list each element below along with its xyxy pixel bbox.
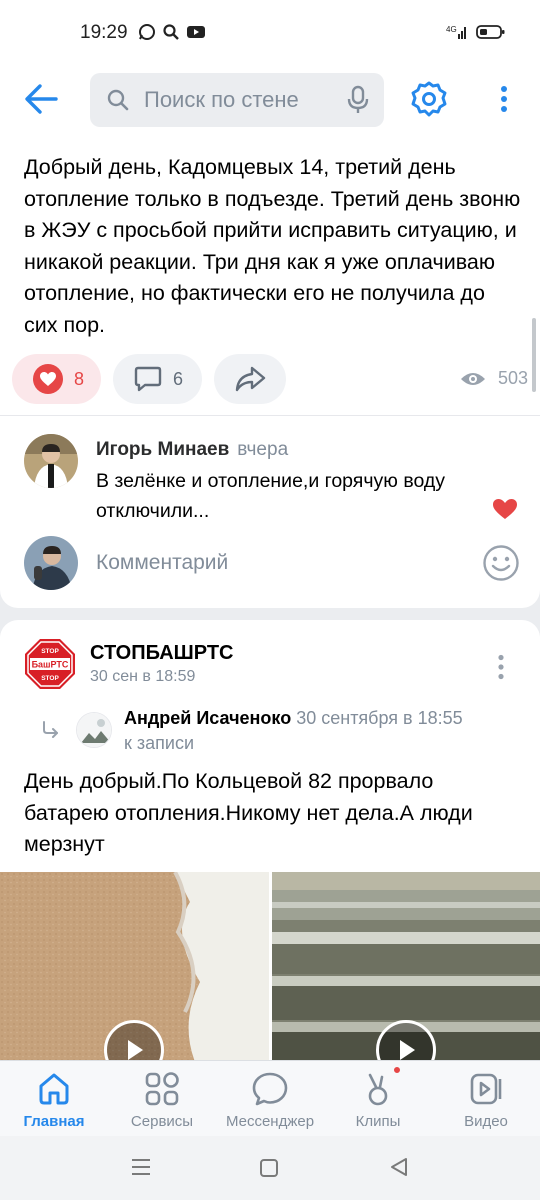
heart-filled-icon xyxy=(33,364,63,394)
tab-label: Сервисы xyxy=(130,1113,194,1130)
search-placeholder: Поиск по стене xyxy=(144,87,299,112)
user-avatar xyxy=(24,536,78,590)
like-button[interactable]: 8 xyxy=(12,354,101,404)
comment-text: В зелёнке и отопление,и горячую воду отк… xyxy=(96,470,446,522)
share-arrow-icon xyxy=(235,366,266,392)
repost-info: Андрей Исаченоко 30 сентября в 18:55 к з… xyxy=(124,706,474,756)
logo-text-mid: БашРТС xyxy=(32,660,69,670)
video-icon xyxy=(470,1073,502,1105)
post-card-2: STOP БашРТС STOP СТОПБАШРТС 30 сен в 18:… xyxy=(0,620,540,1060)
youtube-icon xyxy=(187,26,205,38)
comment-header: Игорь Минаев вчера xyxy=(96,439,288,461)
tab-clips[interactable]: Клипы xyxy=(324,1061,432,1137)
tab-label: Главная xyxy=(23,1113,85,1130)
comment-input[interactable]: Комментарий xyxy=(96,551,228,575)
post-card: Добрый день, Кадомцевых 14, третий день … xyxy=(0,142,540,608)
search-input[interactable]: Поиск по стене xyxy=(90,73,384,127)
home-icon xyxy=(39,1073,69,1105)
divider xyxy=(0,415,540,416)
post-text-2: День добрый.По Кольцевой 82 прорвало бат… xyxy=(24,769,473,856)
eye-icon xyxy=(460,372,485,385)
messenger-icon xyxy=(252,1072,288,1106)
comment-like-heart-icon[interactable] xyxy=(492,498,518,520)
post-photo-1[interactable] xyxy=(0,872,269,1060)
status-time: 19:29 xyxy=(80,22,128,43)
group-logo[interactable]: STOP БашРТС STOP xyxy=(24,638,76,690)
logo-text-top: STOP xyxy=(41,648,59,655)
clips-badge xyxy=(392,1065,402,1075)
microphone-icon[interactable] xyxy=(346,85,370,115)
play-icon xyxy=(128,1040,143,1060)
comment-button[interactable]: 6 xyxy=(113,354,202,404)
services-icon xyxy=(145,1072,179,1106)
signal-icon: 4G xyxy=(446,25,466,39)
battery-icon xyxy=(476,25,505,39)
back-triangle-icon[interactable] xyxy=(388,1156,410,1178)
share-button[interactable] xyxy=(214,354,286,404)
tab-label: Мессенджер xyxy=(225,1113,315,1130)
repost-author-name[interactable]: Андрей Исаченоко xyxy=(124,708,291,728)
svg-text:4G: 4G xyxy=(446,25,457,34)
repost-author-avatar[interactable] xyxy=(76,712,112,748)
tab-label: Видео xyxy=(464,1113,508,1130)
tab-services[interactable]: Сервисы xyxy=(108,1061,216,1137)
tab-video[interactable]: Видео xyxy=(432,1061,540,1137)
like-count: 8 xyxy=(74,368,85,389)
settings-gear-icon[interactable] xyxy=(410,80,448,118)
status-bar: 19:29 4G xyxy=(0,0,540,68)
views-counter: 503 xyxy=(460,368,528,389)
comment-time: вчера xyxy=(237,439,289,460)
post-more-icon[interactable] xyxy=(496,654,506,680)
logo-text-bottom: STOP xyxy=(41,675,59,682)
header: Поиск по стене xyxy=(0,68,540,142)
home-square-icon[interactable] xyxy=(259,1158,279,1178)
clips-icon xyxy=(368,1073,388,1106)
recents-menu-icon[interactable] xyxy=(130,1157,152,1177)
play-icon xyxy=(400,1040,415,1060)
play-button[interactable] xyxy=(104,1020,164,1060)
tab-home[interactable]: Главная xyxy=(0,1061,108,1137)
views-count: 503 xyxy=(497,368,528,388)
post-text: Добрый день, Кадомцевых 14, третий день … xyxy=(24,155,521,337)
system-navigation-bar xyxy=(0,1136,540,1200)
whatsapp-icon xyxy=(139,24,155,40)
comment-author-name[interactable]: Игорь Минаев xyxy=(96,439,229,460)
post-photo-2[interactable] xyxy=(272,872,540,1060)
more-vertical-icon[interactable] xyxy=(496,84,512,116)
tab-messenger[interactable]: Мессенджер xyxy=(216,1061,324,1137)
notification-icons xyxy=(138,23,206,41)
comment-icon xyxy=(134,366,162,392)
group-name[interactable]: СТОПБАШРТС xyxy=(90,642,234,665)
repost-arrow-icon xyxy=(43,721,58,738)
tab-label: Клипы xyxy=(355,1113,401,1130)
emoji-smile-icon[interactable] xyxy=(482,544,520,582)
play-button-2[interactable] xyxy=(376,1020,436,1060)
search-icon xyxy=(107,89,129,111)
bottom-tab-bar: Главная Сервисы Мессенджер Клипы Видео xyxy=(0,1060,540,1136)
comment-count: 6 xyxy=(173,368,184,389)
back-arrow-icon[interactable] xyxy=(22,82,62,116)
system-icons: 4G xyxy=(446,24,506,40)
commenter-avatar[interactable] xyxy=(24,434,78,488)
post-date: 30 сен в 18:59 xyxy=(90,668,196,685)
scrollbar[interactable] xyxy=(532,318,536,392)
search-notification-icon xyxy=(163,24,179,40)
